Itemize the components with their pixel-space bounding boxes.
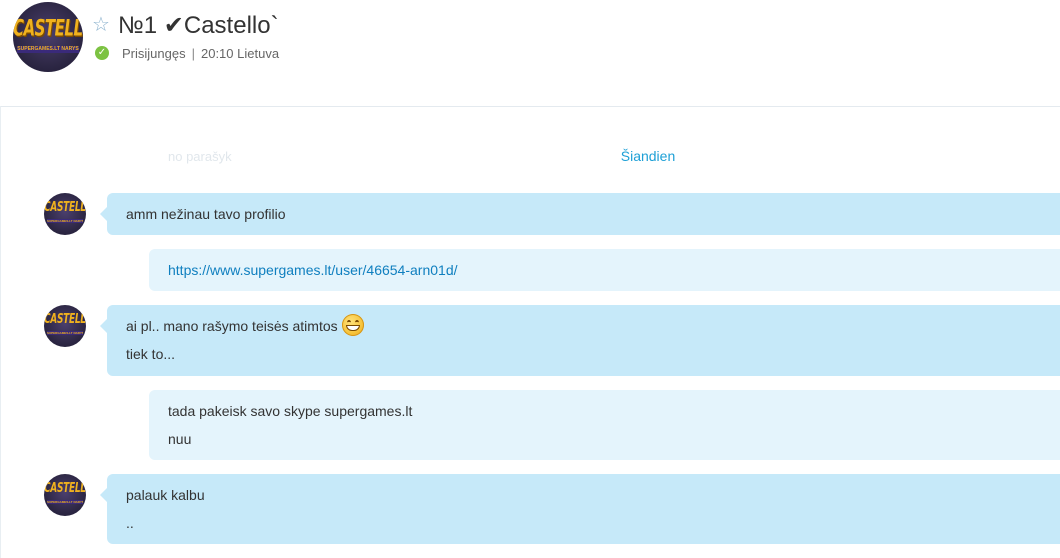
- left-divider: [0, 106, 1, 558]
- avatar-logo-text: CASTELLO: [13, 14, 83, 42]
- avatar-logo-text: CASTELLO: [44, 200, 86, 216]
- incoming-message-bubble[interactable]: palauk kalbu ..: [100, 474, 1060, 544]
- outgoing-message-bubble[interactable]: https://www.supergames.lt/user/46654-arn…: [149, 249, 1060, 291]
- presence-status: Prisijungęs: [122, 46, 186, 61]
- message-text: ..: [126, 515, 134, 531]
- status-separator: |: [191, 46, 195, 61]
- message-text: tada pakeisk savo skype supergames.lt: [168, 403, 413, 419]
- outgoing-message-bubble[interactable]: tada pakeisk savo skype supergames.lt nu…: [149, 390, 1060, 460]
- avatar-logo-text: CASTELLO: [44, 481, 86, 497]
- star-outline-icon[interactable]: ☆: [92, 15, 110, 35]
- profile-link[interactable]: https://www.supergames.lt/user/46654-arn…: [168, 262, 458, 278]
- avatar-logo-subtext: SUPERGAMES.LT NARYS: [17, 46, 79, 53]
- grinning-face-icon: [341, 314, 364, 337]
- message-avatar[interactable]: CASTELLO SUPERGAMES.LT NARYS: [44, 474, 86, 516]
- message-text: amm nežinau tavo profilio: [126, 206, 286, 222]
- conversation-header: CASTELLO SUPERGAMES.LT NARYS ☆ №1 ✔Caste…: [0, 0, 1060, 107]
- status-line: Prisijungęs | 20:10 Lietuva: [122, 46, 279, 62]
- contact-name[interactable]: №1 ✔Castello`: [118, 12, 279, 40]
- local-time: 20:10 Lietuva: [200, 46, 280, 61]
- incoming-message-bubble[interactable]: ai pl.. mano rašymo teisės atimtos tiek …: [100, 305, 1060, 376]
- online-check-icon: ✓: [95, 46, 109, 60]
- date-divider: Šiandien: [620, 148, 676, 164]
- avatar-logo-text: CASTELLO: [44, 312, 86, 328]
- message-avatar[interactable]: CASTELLO SUPERGAMES.LT NARYS: [44, 305, 86, 347]
- message-text: nuu: [168, 431, 192, 447]
- message-text: palauk kalbu: [126, 487, 205, 503]
- chat-window: CASTELLO SUPERGAMES.LT NARYS ☆ №1 ✔Caste…: [0, 0, 1060, 558]
- message-avatar[interactable]: CASTELLO SUPERGAMES.LT NARYS: [44, 193, 86, 235]
- incoming-message-bubble[interactable]: amm nežinau tavo profilio: [100, 193, 1060, 235]
- avatar-logo-subtext: SUPERGAMES.LT NARYS: [47, 219, 83, 223]
- avatar-logo-subtext: SUPERGAMES.LT NARYS: [47, 331, 83, 335]
- contact-avatar[interactable]: CASTELLO SUPERGAMES.LT NARYS: [13, 2, 83, 72]
- message-text: ai pl.. mano rašymo teisės atimtos: [126, 318, 338, 334]
- avatar-logo-subtext: SUPERGAMES.LT NARYS: [47, 500, 83, 504]
- message-text: tiek to...: [126, 346, 176, 362]
